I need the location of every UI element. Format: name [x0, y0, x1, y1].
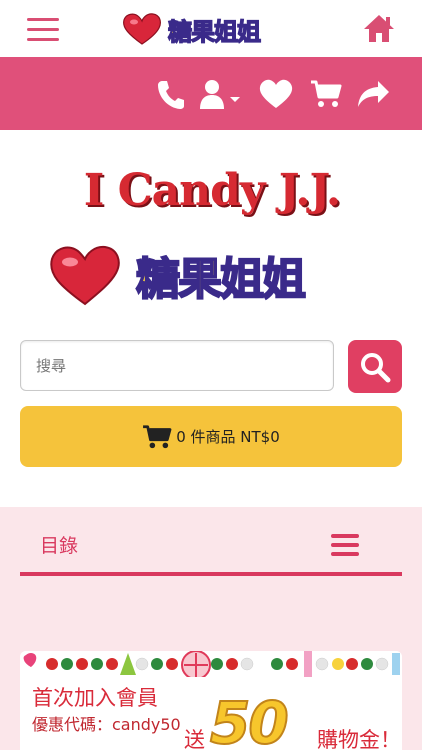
brand-logo-chinese: 糖果姐姐 [48, 244, 378, 306]
catalog-title: 目錄 [40, 535, 79, 557]
search-input[interactable] [20, 340, 334, 391]
cart-summary-button[interactable]: 0 件商品 NT$0 [20, 406, 402, 467]
promo-banner[interactable]: 首次加入會員 優惠代碼：candy50 送 50 購物金！ [20, 651, 402, 750]
hamburger-menu-icon[interactable] [27, 17, 59, 41]
search-icon [361, 352, 391, 382]
action-bar [0, 57, 422, 130]
cart-icon[interactable] [310, 79, 342, 109]
home-icon[interactable] [362, 12, 396, 44]
user-account-icon[interactable] [198, 79, 242, 109]
top-bar: 糖果姐姐 [0, 0, 422, 57]
phone-icon[interactable] [156, 79, 184, 109]
promo-line2: 優惠代碼：candy50 [32, 715, 181, 734]
cart-summary-text: 0 件商品 NT$0 [176, 428, 280, 446]
heart-logo-icon [50, 245, 120, 306]
heart-wishlist-icon[interactable] [259, 79, 293, 109]
search-button[interactable] [348, 340, 402, 393]
catalog-divider [20, 572, 402, 576]
promo-amount: 50 [209, 688, 290, 750]
promo-prefix: 送 [184, 728, 205, 750]
heart-logo-icon [123, 13, 161, 45]
promo-line1: 首次加入會員 [32, 686, 158, 710]
candy-decoration [20, 651, 402, 677]
catalog-menu-icon [331, 534, 359, 558]
share-icon[interactable] [356, 79, 390, 109]
catalog-toggle[interactable]: 目錄 [20, 527, 402, 575]
promo-suffix: 購物金！ [317, 728, 401, 750]
brand-logo-english: I Candy J.J. [83, 165, 342, 216]
cart-icon [143, 424, 172, 448]
brand-logo-chinese-text: 糖果姐姐 [135, 253, 307, 306]
header-logo[interactable]: 糖果姐姐 [122, 11, 302, 47]
header-logo-text: 糖果姐姐 [167, 16, 261, 46]
